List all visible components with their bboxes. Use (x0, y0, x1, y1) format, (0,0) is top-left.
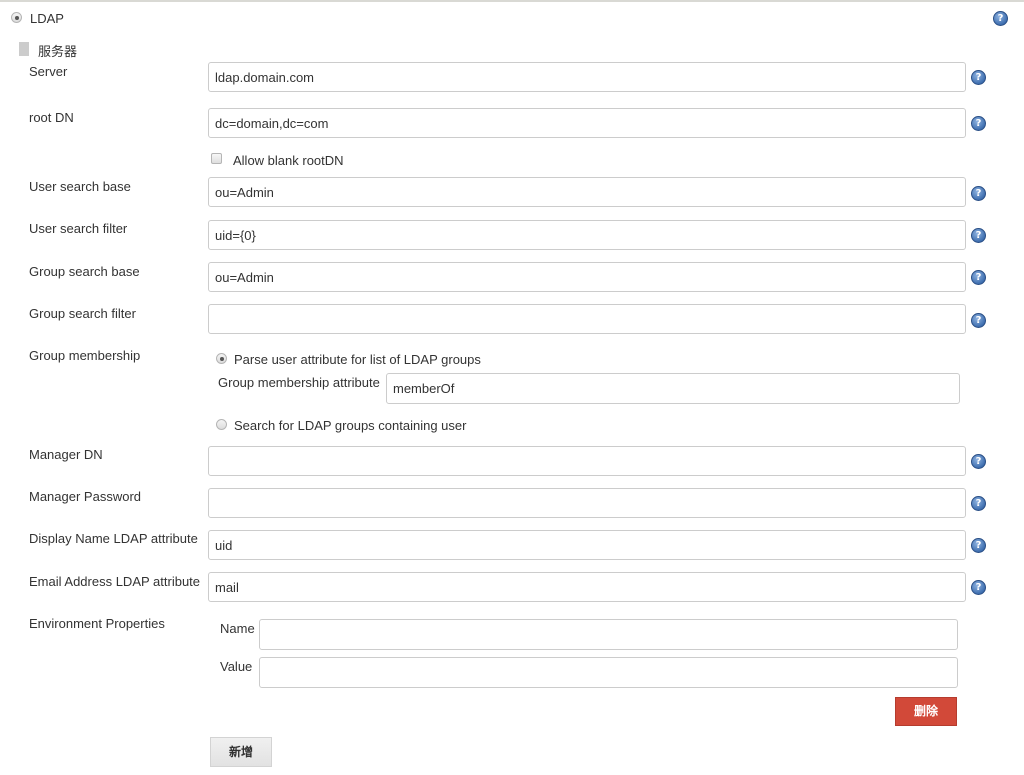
manager-password-input[interactable] (208, 488, 966, 518)
group-search-base-input[interactable] (208, 262, 966, 292)
manager-password-help-icon[interactable]: ? (971, 496, 986, 511)
server-help-icon[interactable]: ? (971, 70, 986, 85)
search-ldap-groups-radio[interactable] (216, 419, 227, 430)
user-search-filter-label: User search filter (29, 221, 128, 236)
email-attr-input[interactable] (208, 572, 966, 602)
drag-handle-icon[interactable] (19, 42, 29, 56)
server-label: Server (29, 64, 68, 79)
manager-dn-input[interactable] (208, 446, 966, 476)
parse-user-attribute-radio[interactable] (216, 353, 227, 364)
ldap-help-icon[interactable]: ? (993, 11, 1008, 26)
group-membership-label: Group membership (29, 348, 141, 363)
top-divider (0, 0, 1024, 2)
display-name-attr-label: Display Name LDAP attribute (29, 531, 198, 546)
email-attr-label: Email Address LDAP attribute (29, 574, 201, 589)
environment-properties-label: Environment Properties (29, 616, 165, 631)
delete-button[interactable]: 删除 (895, 697, 957, 726)
group-membership-attribute-label: Group membership attribute (218, 375, 380, 390)
server-section-title: 服务器 (38, 44, 78, 59)
root-dn-help-icon[interactable]: ? (971, 116, 986, 131)
add-button[interactable]: 新增 (210, 737, 272, 767)
manager-password-label: Manager Password (29, 489, 141, 504)
user-search-base-input[interactable] (208, 177, 966, 207)
group-search-filter-help-icon[interactable]: ? (971, 313, 986, 328)
email-attr-help-icon[interactable]: ? (971, 580, 986, 595)
env-name-label: Name (220, 621, 255, 636)
group-search-base-label: Group search base (29, 264, 140, 279)
root-dn-label: root DN (29, 110, 74, 125)
manager-dn-help-icon[interactable]: ? (971, 454, 986, 469)
display-name-attr-input[interactable] (208, 530, 966, 560)
env-value-input[interactable] (259, 657, 958, 688)
group-search-base-help-icon[interactable]: ? (971, 270, 986, 285)
user-search-base-help-icon[interactable]: ? (971, 186, 986, 201)
group-search-filter-label: Group search filter (29, 306, 136, 321)
user-search-base-label: User search base (29, 179, 131, 194)
user-search-filter-help-icon[interactable]: ? (971, 228, 986, 243)
env-value-label: Value (220, 659, 253, 674)
search-ldap-groups-label: Search for LDAP groups containing user (234, 418, 467, 433)
env-name-input[interactable] (259, 619, 958, 650)
allow-blank-rootdn-checkbox[interactable] (211, 153, 222, 164)
user-search-filter-input[interactable] (208, 220, 966, 250)
ldap-realm-label: LDAP (30, 11, 64, 26)
manager-dn-label: Manager DN (29, 447, 103, 462)
allow-blank-rootdn-label: Allow blank rootDN (233, 153, 344, 168)
group-search-filter-input[interactable] (208, 304, 966, 334)
server-input[interactable] (208, 62, 966, 92)
display-name-attr-help-icon[interactable]: ? (971, 538, 986, 553)
parse-user-attribute-label: Parse user attribute for list of LDAP gr… (234, 352, 481, 367)
group-membership-attribute-input[interactable] (386, 373, 960, 404)
root-dn-input[interactable] (208, 108, 966, 138)
ldap-realm-radio[interactable] (11, 12, 22, 23)
